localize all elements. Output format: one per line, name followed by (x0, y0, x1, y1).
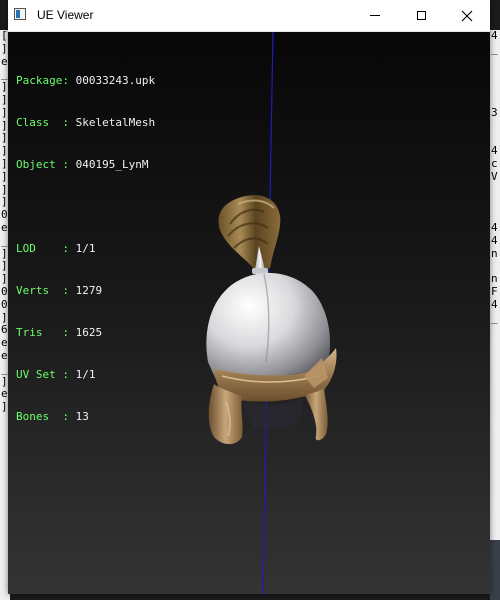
window-title: UE Viewer (37, 8, 94, 22)
uvset-label: UV Set : (16, 368, 69, 381)
console-line: 4 (491, 30, 498, 42)
console-line: V (491, 169, 498, 183)
lod-value: 1/1 (75, 242, 96, 255)
ue-viewer-window: UE Viewer Package: 00033243.upk Class: … (8, 0, 490, 594)
lod-label: LOD : (16, 242, 69, 255)
right-cheek-guard (304, 388, 328, 441)
console-line: F (491, 284, 498, 298)
package-label: Package: (16, 74, 69, 87)
console-line: _ (491, 310, 498, 324)
verts-label: Verts : (16, 284, 69, 297)
background-desktop-edge (490, 540, 500, 600)
close-button[interactable] (444, 0, 490, 31)
package-value: 00033243.upk (75, 74, 156, 87)
close-icon (461, 10, 473, 21)
class-value: SkeletalMesh (75, 116, 156, 129)
class-label: Class : (16, 116, 69, 129)
maximize-icon (416, 11, 426, 20)
console-line: 4 (491, 220, 498, 234)
console-line: 4 (491, 233, 498, 247)
object-label: Object : (16, 158, 69, 171)
tris-label: Tris : (16, 326, 69, 339)
uvset-value: 1/1 (75, 368, 96, 381)
console-line: c (491, 156, 498, 170)
verts-value: 1279 (75, 284, 103, 297)
mesh-info-overlay: Package: 00033243.upk Class : SkeletalMe… (16, 46, 155, 452)
console-line: _ (491, 41, 498, 55)
minimize-button[interactable] (352, 0, 398, 31)
bones-label: Bones : (16, 410, 69, 423)
background-console-right: 4 _ 3 4 c V 4 4 n n F 4 _ (490, 30, 500, 540)
bones-value: 13 (75, 410, 89, 423)
title-bar[interactable]: UE Viewer (8, 0, 490, 32)
console-line: 4 (491, 297, 498, 311)
3d-viewport[interactable]: Package: 00033243.upk Class : SkeletalMe… (8, 32, 490, 594)
object-value: 040195_LynM (75, 158, 149, 171)
tris-value: 1625 (75, 326, 103, 339)
console-line: 3 (491, 105, 498, 119)
maximize-button[interactable] (398, 0, 444, 31)
minimize-icon (370, 15, 380, 16)
app-icon (14, 8, 26, 20)
console-line: n (491, 246, 498, 260)
